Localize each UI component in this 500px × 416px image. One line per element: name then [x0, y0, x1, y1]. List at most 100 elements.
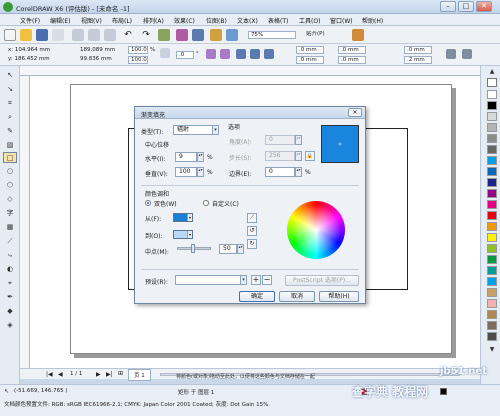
angle-field[interactable]: 0 — [265, 135, 295, 145]
outline-width-field[interactable]: .0 mm — [404, 46, 432, 54]
clockwise-blend-icon[interactable]: ↻ — [247, 239, 257, 249]
smart-fill-tool-icon[interactable]: ▧ — [3, 140, 17, 151]
basic-shapes-tool-icon[interactable]: ◇ — [3, 194, 17, 205]
save-icon[interactable] — [36, 29, 48, 41]
palette-scroll-up-icon[interactable]: ▲ — [485, 68, 499, 76]
gradient-preview[interactable] — [321, 125, 359, 163]
palette-swatch[interactable] — [487, 288, 497, 297]
dialog-close-button[interactable]: ✕ — [348, 108, 362, 117]
zoom-tool-icon[interactable]: ⌕ — [3, 112, 17, 123]
menu-view[interactable]: 视图(V) — [81, 16, 102, 25]
to-front-icon[interactable] — [462, 49, 472, 59]
palette-swatch[interactable] — [487, 134, 497, 143]
menu-layout[interactable]: 布局(L) — [112, 16, 132, 25]
vertical-offset-spinner[interactable]: ▴▾ — [197, 167, 204, 177]
color-profile-info[interactable]: 文档颜色预置文件: RGB: sRGB IEC61966-2.1; CMYK: … — [4, 400, 268, 408]
menu-arrange[interactable]: 排列(A) — [143, 16, 164, 25]
table-tool-icon[interactable]: ▦ — [3, 222, 17, 233]
steps-lock-icon[interactable]: 🔒 — [305, 151, 315, 161]
chamfer-corner-icon[interactable] — [264, 49, 274, 59]
freehand-tool-icon[interactable]: ✎ — [3, 126, 17, 137]
vertical-ruler[interactable] — [20, 76, 30, 368]
import-icon[interactable] — [176, 29, 188, 41]
horizontal-ruler[interactable] — [20, 66, 480, 76]
mirror-vertical-icon[interactable] — [220, 49, 230, 59]
previous-page-icon[interactable]: ◀ — [58, 371, 63, 378]
scale-height-field[interactable]: 100.0 — [128, 56, 148, 64]
direct-blend-icon[interactable]: ⟋ — [247, 213, 257, 223]
eyedropper-tool-icon[interactable]: ⌖ — [3, 278, 17, 289]
width-field[interactable]: 189.089 mm — [80, 47, 115, 53]
wrap-text-icon[interactable] — [446, 49, 456, 59]
menu-file[interactable]: 文件(F) — [20, 16, 40, 25]
vertical-offset-field[interactable]: 100 — [175, 167, 197, 177]
y-position-field[interactable]: y: 186.452 mm — [8, 56, 50, 62]
palette-swatch[interactable] — [487, 222, 497, 231]
parallel-dimension-tool-icon[interactable]: ⟋ — [3, 236, 17, 247]
palette-swatch[interactable] — [487, 233, 497, 242]
interactive-fill-tool-icon[interactable]: ◈ — [3, 320, 17, 331]
palette-swatch[interactable] — [487, 277, 497, 286]
postscript-options-button[interactable]: PostScript 选项(P)... — [285, 275, 359, 286]
first-page-icon[interactable]: |◀ — [46, 371, 53, 378]
palette-swatch[interactable] — [487, 90, 497, 99]
copy-icon[interactable] — [88, 29, 100, 41]
menu-tools[interactable]: 工具(O) — [299, 16, 320, 25]
open-folder-icon[interactable] — [20, 29, 32, 41]
palette-swatch[interactable] — [487, 244, 497, 253]
counterclockwise-blend-icon[interactable]: ↺ — [247, 226, 257, 236]
color-wheel[interactable] — [287, 201, 345, 259]
palette-swatch[interactable] — [487, 123, 497, 132]
steps-spinner[interactable]: ▴▾ — [295, 151, 302, 161]
angle-spinner[interactable]: ▴▾ — [295, 135, 302, 145]
search-content-icon[interactable] — [158, 29, 170, 41]
palette-swatch[interactable] — [487, 200, 497, 209]
palette-swatch[interactable] — [487, 299, 497, 308]
snap-to-menu[interactable]: 贴齐(P) — [304, 31, 344, 39]
add-page-icon[interactable]: ⊞ — [118, 370, 123, 377]
palette-swatch[interactable] — [487, 189, 497, 198]
x-position-field[interactable]: x: 104.964 mm — [8, 47, 50, 53]
corner-radius-bottom-right-field[interactable]: .0 mm — [338, 56, 366, 64]
horizontal-offset-spinner[interactable]: ▴▾ — [197, 152, 204, 162]
scallop-corner-icon[interactable] — [250, 49, 260, 59]
fill-tool-icon[interactable]: ◆ — [3, 306, 17, 317]
menu-text[interactable]: 文本(X) — [237, 16, 258, 25]
new-document-icon[interactable] — [4, 29, 16, 41]
palette-swatch[interactable] — [487, 178, 497, 187]
page-tab[interactable]: 页 1 — [128, 369, 151, 381]
menu-table[interactable]: 表格(T) — [268, 16, 288, 25]
maximize-button[interactable]: □ — [458, 1, 474, 12]
ok-button[interactable]: 确定 — [239, 291, 275, 302]
presets-dropdown-icon[interactable]: ▾ — [240, 275, 247, 285]
corner-radius-top-right-field[interactable]: .0 mm — [338, 46, 366, 54]
palette-swatch[interactable] — [487, 255, 497, 264]
palette-swatch[interactable] — [487, 156, 497, 165]
lock-ratio-icon[interactable] — [160, 48, 170, 58]
edge-pad-field[interactable]: 0 — [265, 167, 295, 177]
last-page-icon[interactable]: ▶| — [106, 371, 113, 378]
ellipse-tool-icon[interactable]: ○ — [3, 166, 17, 177]
application-launcher-icon[interactable] — [210, 29, 222, 41]
edge-pad-spinner[interactable]: ▴▾ — [295, 167, 302, 177]
text-tool-icon[interactable]: 字 — [3, 208, 17, 219]
next-page-icon[interactable]: ▶ — [96, 371, 101, 378]
add-preset-icon[interactable]: + — [251, 275, 261, 285]
export-icon[interactable] — [192, 29, 204, 41]
round-corner-icon[interactable] — [236, 49, 246, 59]
palette-swatch[interactable] — [487, 321, 497, 330]
palette-swatch[interactable] — [487, 145, 497, 154]
horizontal-offset-field[interactable]: 9 — [175, 152, 197, 162]
palette-no-color-swatch[interactable] — [487, 78, 497, 87]
custom-radio[interactable] — [203, 200, 209, 206]
corner-radius-top-left-field[interactable]: .0 mm — [296, 46, 324, 54]
palette-swatch[interactable] — [487, 167, 497, 176]
paste-icon[interactable] — [104, 29, 116, 41]
midpoint-spinner[interactable]: ▴▾ — [237, 244, 244, 254]
shape-tool-icon[interactable]: ↘ — [3, 84, 17, 95]
close-button[interactable]: ✕ — [476, 1, 492, 12]
outline-pen-tool-icon[interactable]: ✒ — [3, 292, 17, 303]
options-icon[interactable] — [352, 29, 364, 41]
palette-swatch[interactable] — [487, 211, 497, 220]
palette-scroll-down-icon[interactable]: ▼ — [485, 346, 499, 354]
